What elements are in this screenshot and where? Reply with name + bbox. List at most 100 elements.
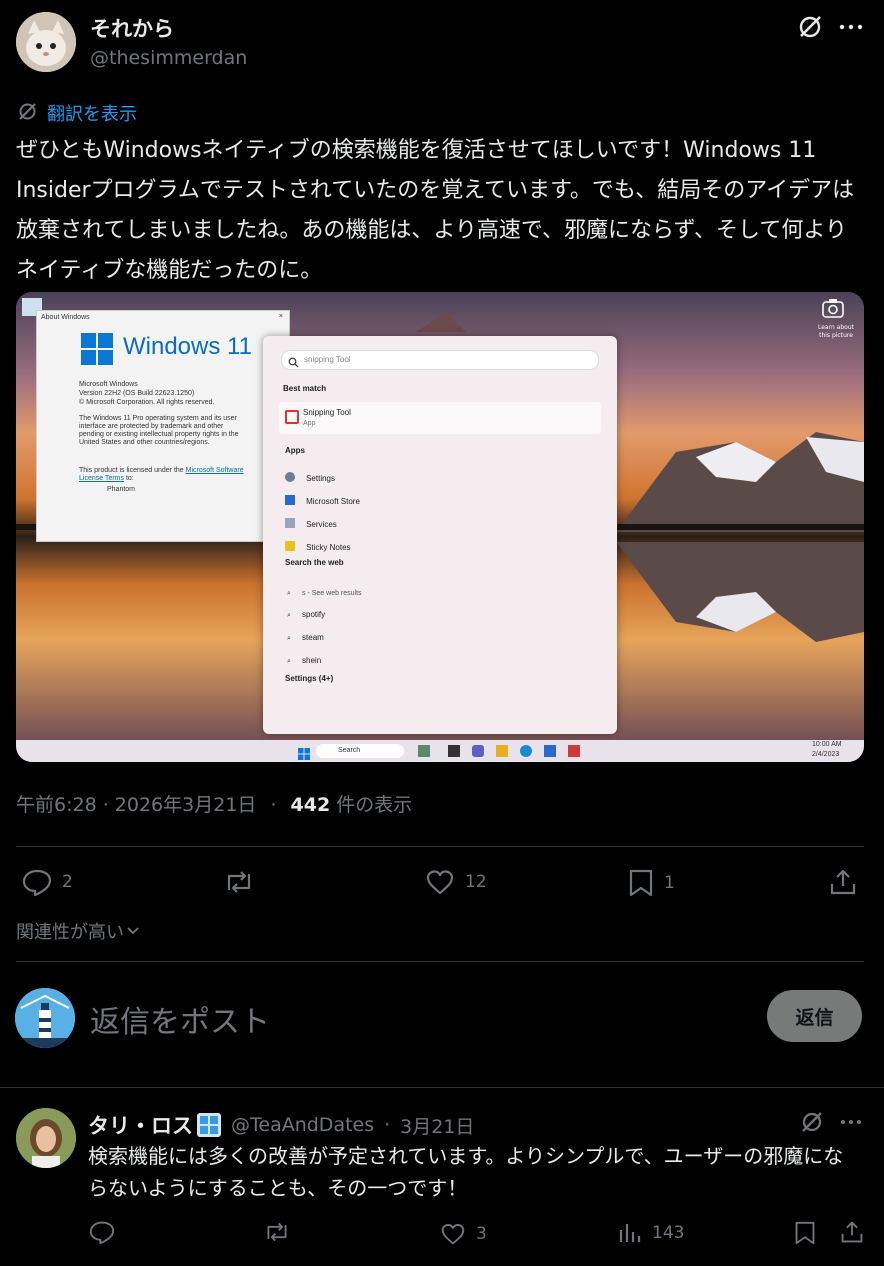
start-search-panel: snipping Tool Best match Snipping Tool A…	[263, 336, 617, 734]
post-image[interactable]: Learn about this picture About Windows ×…	[16, 292, 864, 762]
chevron-down-icon	[126, 926, 140, 936]
settings-more[interactable]: Settings (4+)	[285, 674, 333, 683]
reply-icon	[22, 868, 52, 896]
license-text: This product is licensed under the Micro…	[79, 467, 249, 483]
about-windows-dialog: About Windows × Windows 11 Microsoft Win…	[36, 310, 290, 542]
post-timestamp[interactable]: 午前6:28 · 2026年3月21日	[16, 794, 256, 816]
repost-icon	[263, 1220, 291, 1244]
reply-author-name[interactable]: タリ・ロス	[88, 1110, 193, 1140]
licensee-name: Phantom	[107, 486, 136, 493]
settings-icon	[285, 471, 295, 482]
like-icon	[440, 1222, 466, 1246]
web-item-label: s - See web results	[302, 590, 362, 597]
meta-separator: ·	[270, 794, 277, 816]
windows-flag-icon	[197, 1113, 221, 1137]
web-search-icon: ⌕	[287, 635, 291, 642]
taskbar-app-icon[interactable]	[544, 745, 556, 757]
search-box[interactable]: snipping Tool	[281, 350, 599, 370]
sticky-notes-icon	[285, 540, 295, 551]
app-item-label: Sticky Notes	[306, 543, 351, 552]
snipping-tool-icon	[285, 410, 299, 424]
reply-like-action[interactable]: 3	[440, 1222, 487, 1246]
sort-dropdown[interactable]: 関連性が高い	[16, 918, 140, 944]
views-label: 件の表示	[336, 794, 413, 816]
reply-views-action[interactable]: 143	[618, 1222, 684, 1244]
reply-views-count: 143	[652, 1223, 685, 1243]
best-match-title: Snipping Tool	[303, 408, 351, 417]
clock-date[interactable]: 2/4/2023	[812, 751, 839, 758]
translate-link[interactable]: 翻訳を表示	[47, 100, 137, 126]
web-item[interactable]: ⌕ shein	[287, 648, 321, 667]
reply-composer-input[interactable]: 返信をポスト	[90, 997, 270, 1041]
web-search-icon: ⌕	[287, 658, 291, 665]
taskbar-search-label: Search	[338, 747, 361, 754]
more-icon[interactable]	[839, 24, 863, 30]
reply-submit-button[interactable]: 返信	[767, 990, 862, 1042]
taskbar-app-icon[interactable]	[472, 745, 484, 757]
about-paragraph: The Windows 11 Pro operating system and …	[79, 415, 239, 446]
taskbar-app-icon[interactable]	[418, 745, 430, 757]
about-close-icon[interactable]: ×	[279, 313, 283, 320]
web-search-icon: ⌕	[287, 612, 291, 619]
about-line-3: © Microsoft Corporation. All rights rese…	[79, 399, 215, 406]
web-item-label: spotify	[302, 610, 326, 619]
web-item[interactable]: ⌕ spotify	[287, 602, 325, 621]
search-query: snipping Tool	[304, 355, 351, 364]
web-heading: Search the web	[285, 558, 344, 567]
grok-icon[interactable]	[797, 14, 823, 40]
reply-separator: ·	[384, 1114, 391, 1136]
taskbar-search[interactable]: Search	[316, 744, 404, 758]
my-avatar[interactable]	[15, 988, 75, 1048]
app-item[interactable]: Sticky Notes	[285, 535, 351, 554]
services-icon	[285, 517, 295, 528]
camera-icon[interactable]	[822, 298, 844, 318]
reply-icon	[89, 1220, 115, 1244]
app-item[interactable]: Microsoft Store	[285, 489, 360, 508]
app-item[interactable]: Services	[285, 512, 337, 531]
author-avatar[interactable]	[16, 12, 76, 72]
clock-time[interactable]: 10:00 AM	[812, 741, 842, 748]
like-action[interactable]: 12	[425, 868, 487, 896]
share-icon[interactable]	[829, 868, 857, 896]
app-item[interactable]: Settings	[285, 466, 335, 485]
about-line-2: Version 22H2 (OS Build 22623.1250)	[79, 390, 195, 397]
reply-action[interactable]: 2	[22, 868, 73, 896]
bookmark-icon	[628, 868, 654, 898]
web-item-label: shein	[302, 656, 322, 665]
repost-action[interactable]	[223, 868, 265, 896]
start-icon[interactable]	[298, 745, 310, 762]
taskbar-app-icon[interactable]	[568, 745, 580, 757]
reply-date[interactable]: 3月21日	[400, 1112, 474, 1139]
share-icon[interactable]	[840, 1220, 864, 1244]
bookmark-count: 1	[664, 873, 675, 893]
best-match-sub: App	[303, 420, 316, 427]
post-meta: 午前6:28 · 2026年3月21日 · 442 件の表示	[16, 790, 412, 817]
web-item[interactable]: ⌕ s - See web results	[287, 580, 362, 599]
reply-author-handle[interactable]: @TeaAndDates	[231, 1114, 374, 1136]
search-icon	[288, 353, 299, 372]
like-count: 12	[465, 872, 487, 892]
taskbar-app-icon[interactable]	[448, 745, 460, 757]
reply-body: 検索機能には多くの改善が予定されています。よりシンプルで、ユーザーの邪魔にならな…	[88, 1144, 844, 1200]
reply-reply-action[interactable]	[89, 1220, 125, 1244]
taskbar: Search 10:00 AM 2/4/2023	[16, 740, 864, 762]
repost-icon	[223, 868, 255, 896]
best-match-item[interactable]: Snipping Tool App	[279, 402, 601, 434]
reply-author-avatar[interactable]	[16, 1108, 76, 1168]
grok-icon[interactable]	[800, 1110, 824, 1134]
reply-header: タリ・ロス @TeaAndDates · 3月21日	[88, 1110, 474, 1140]
bookmark-action[interactable]: 1	[628, 868, 675, 898]
divider	[0, 1087, 884, 1088]
author-name[interactable]: それから	[90, 13, 174, 43]
taskbar-app-icon[interactable]	[496, 745, 508, 757]
views-icon	[618, 1222, 642, 1244]
more-icon[interactable]	[840, 1119, 862, 1125]
divider	[16, 961, 864, 962]
web-item[interactable]: ⌕ steam	[287, 625, 324, 644]
app-item-label: Services	[306, 520, 337, 529]
taskbar-app-icon[interactable]	[520, 745, 532, 757]
learn-picture-text[interactable]: Learn about this picture	[814, 324, 858, 340]
reply-repost-action[interactable]	[263, 1220, 301, 1244]
bookmark-icon[interactable]	[794, 1220, 816, 1246]
author-handle[interactable]: @thesimmerdan	[90, 47, 247, 69]
